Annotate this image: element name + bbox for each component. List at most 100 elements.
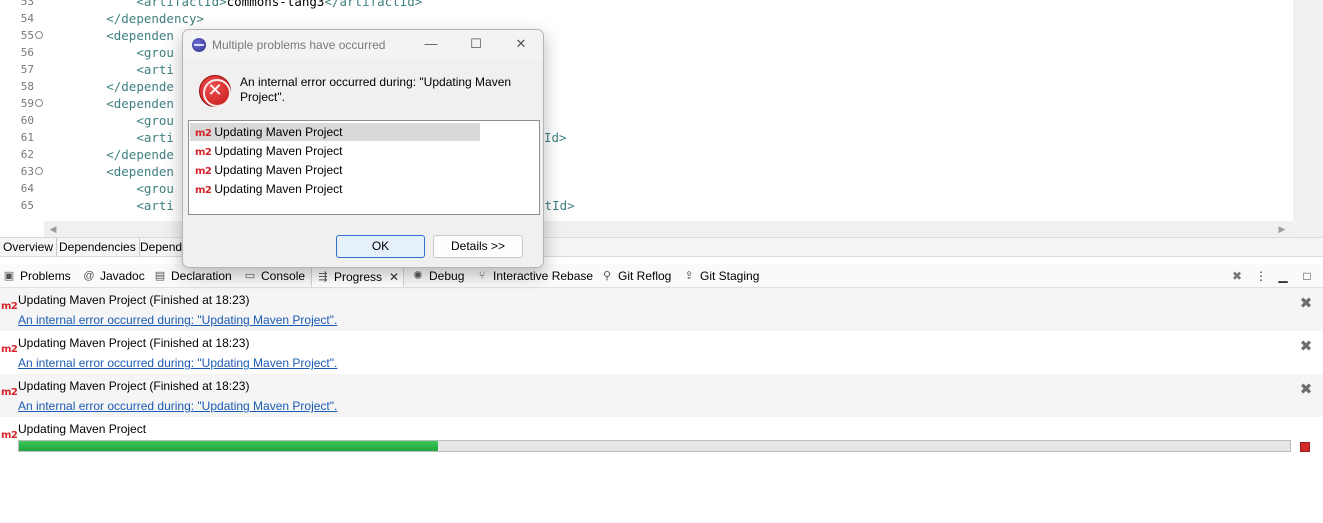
tab-git-reflog[interactable]: ⚲ Git Reflog: [600, 267, 671, 285]
line-number: 59: [20, 97, 34, 110]
eclipse-icon: [192, 38, 206, 52]
fold-toggle-icon[interactable]: [35, 167, 43, 175]
line-number: 63: [20, 165, 34, 178]
maximize-icon[interactable]: ☐: [465, 34, 487, 54]
progress-row: m2 Updating Maven Project (Finished at 1…: [0, 331, 1323, 374]
tab-dependencies[interactable]: Dependencies: [56, 238, 140, 257]
progress-icon: ⇶: [318, 271, 328, 283]
remove-entry-icon[interactable]: ✖: [1299, 296, 1313, 311]
staging-icon: ⇪: [684, 270, 694, 282]
dialog-title: Multiple problems have occurred: [212, 38, 386, 52]
minimize-view-icon[interactable]: ▁: [1275, 268, 1291, 284]
tab-javadoc[interactable]: @ Javadoc: [82, 267, 145, 285]
job-title: Updating Maven Project (Finished at 18:2…: [18, 379, 250, 393]
list-item[interactable]: m2 Updating Maven Project: [190, 161, 342, 179]
tab-overview[interactable]: Overview: [0, 238, 58, 257]
dialog-title-bar[interactable]: Multiple problems have occurred — ☐ ✕: [183, 30, 543, 59]
tab-label: Interactive Rebase: [493, 269, 594, 283]
line-number: 55: [20, 29, 34, 42]
line-number: 57: [20, 63, 34, 76]
vertical-scrollbar[interactable]: [1293, 0, 1323, 237]
code-line[interactable]: <arti Id>: [46, 129, 566, 146]
code-line[interactable]: <artifactId>commons-lang3</artifactId>: [46, 0, 422, 10]
javadoc-icon: @: [83, 270, 95, 282]
remove-all-finished-icon[interactable]: ✖: [1229, 268, 1245, 284]
tab-dependency-hierarchy[interactable]: Depend: [137, 238, 187, 257]
debug-icon: ✺: [413, 270, 423, 282]
ok-button[interactable]: OK: [336, 235, 425, 258]
tab-label: Debug: [429, 269, 465, 283]
remove-entry-icon[interactable]: ✖: [1299, 382, 1313, 397]
fold-toggle-icon[interactable]: [35, 99, 43, 107]
declaration-icon: ▤: [154, 270, 166, 282]
code-line[interactable]: </dependency>: [46, 10, 204, 27]
line-number: 54: [20, 12, 34, 25]
tab-debug[interactable]: ✺ Debug: [411, 267, 464, 285]
code-line[interactable]: </depende: [46, 78, 174, 95]
maven-icon: m2: [1, 344, 18, 355]
maven-icon: m2: [1, 430, 18, 441]
tab-declaration[interactable]: ▤ Declaration: [153, 267, 232, 285]
rebase-icon: ⑂: [478, 270, 486, 282]
line-number-gutter: 53 54 55 56 57 58 59 60 61 62 63 64 65: [0, 0, 44, 220]
code-line[interactable]: <grou: [46, 180, 174, 197]
list-item[interactable]: m2 Updating Maven Project: [190, 180, 342, 198]
line-number: 60: [20, 114, 34, 127]
close-icon[interactable]: ✕: [510, 34, 532, 54]
maven-icon: m2: [195, 185, 212, 196]
maximize-view-icon[interactable]: □: [1299, 268, 1315, 284]
scroll-right-arrow-icon[interactable]: ▶: [1275, 221, 1289, 237]
view-menu-icon[interactable]: ⋮: [1253, 268, 1269, 284]
close-tab-icon[interactable]: ✕: [389, 270, 399, 284]
progress-row-running: m2 Updating Maven Project: [0, 417, 1323, 460]
tab-problems[interactable]: ▣ Problems: [2, 267, 71, 285]
job-title: Updating Maven Project: [18, 422, 147, 436]
code-line[interactable]: </depende: [46, 146, 174, 163]
code-line[interactable]: <dependen: [46, 27, 174, 44]
cancel-operation-icon[interactable]: [1300, 442, 1310, 452]
tab-label: Javadoc: [100, 269, 145, 283]
progress-bar: [18, 440, 1291, 452]
scroll-left-arrow-icon[interactable]: ◀: [46, 221, 60, 237]
minimize-icon[interactable]: —: [420, 34, 442, 54]
list-item[interactable]: m2 Updating Maven Project: [190, 123, 480, 141]
details-button[interactable]: Details >>: [433, 235, 523, 258]
progress-row: m2 Updating Maven Project (Finished at 1…: [0, 288, 1323, 331]
fold-toggle-icon[interactable]: [35, 31, 43, 39]
tab-git-staging[interactable]: ⇪ Git Staging: [682, 267, 759, 285]
tab-label: Console: [261, 269, 306, 283]
tab-label: Declaration: [171, 269, 232, 283]
error-link[interactable]: An internal error occurred during: "Upda…: [18, 399, 337, 413]
code-line[interactable]: <dependen: [46, 95, 174, 112]
progress-row: m2 Updating Maven Project (Finished at 1…: [0, 374, 1323, 417]
line-number: 64: [20, 182, 34, 195]
line-number: 62: [20, 148, 34, 161]
maven-icon: m2: [195, 147, 212, 158]
error-dialog: Multiple problems have occurred — ☐ ✕ ✕ …: [182, 29, 544, 268]
error-link[interactable]: An internal error occurred during: "Upda…: [18, 313, 337, 327]
line-number: 56: [20, 46, 34, 59]
problem-list[interactable]: m2 Updating Maven Project m2 Updating Mave…: [188, 120, 540, 215]
error-link[interactable]: An internal error occurred during: "Upda…: [18, 356, 337, 370]
code-line[interactable]: <arti ctId>: [46, 197, 574, 214]
reflog-icon: ⚲: [602, 270, 612, 282]
code-line[interactable]: <arti: [46, 61, 174, 78]
tab-interactive-rebase[interactable]: ⑂ Interactive Rebase: [475, 267, 593, 285]
code-line[interactable]: <grou: [46, 112, 174, 129]
list-item[interactable]: m2 Updating Maven Project: [190, 142, 342, 160]
job-title: Updating Maven Project (Finished at 18:2…: [18, 336, 250, 350]
tab-label: Problems: [20, 269, 71, 283]
console-icon: ▭: [244, 270, 256, 282]
tab-progress[interactable]: ⇶ Progress ✕: [311, 266, 405, 287]
job-title: Updating Maven Project (Finished at 18:2…: [18, 293, 250, 307]
line-number: 58: [20, 80, 34, 93]
error-message: An internal error occurred during: "Upda…: [240, 75, 512, 104]
tab-console[interactable]: ▭ Console: [243, 267, 305, 285]
line-number: 53: [20, 0, 34, 8]
line-number: 61: [20, 131, 34, 144]
eclipse-window: 53 54 55 56 57 58 59 60 61 62 63 64 65 <artifactId>c…: [0, 0, 1323, 523]
tab-label: Git Reflog: [618, 269, 672, 283]
code-line[interactable]: <grou: [46, 44, 174, 61]
code-line[interactable]: <dependen: [46, 163, 174, 180]
remove-entry-icon[interactable]: ✖: [1299, 339, 1313, 354]
